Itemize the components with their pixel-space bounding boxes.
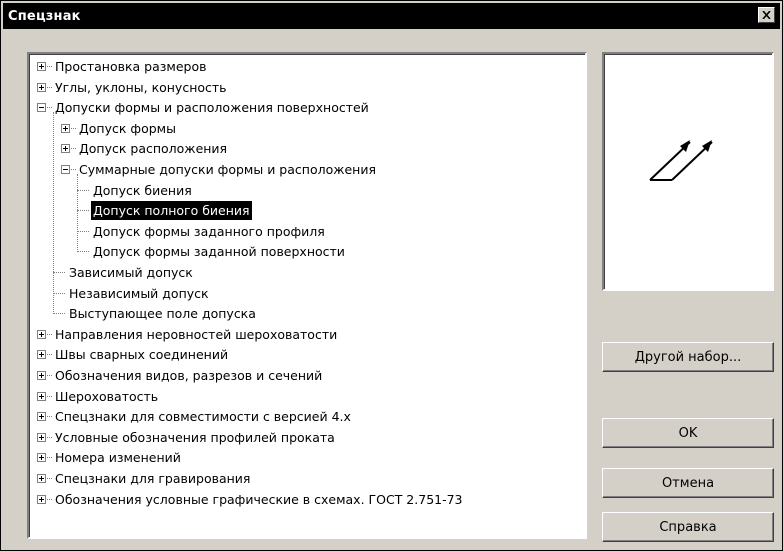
tree-item[interactable]: Простановка размеров [29, 57, 585, 76]
tree-item[interactable]: Углы, уклоны, конусность [29, 78, 585, 97]
tree-connector [53, 112, 55, 315]
tree-connector [47, 86, 52, 89]
tree-item-label: Шероховатость [55, 388, 159, 404]
tree-connector [71, 148, 76, 150]
symbol-preview [602, 52, 774, 291]
tree-item[interactable]: Допуск полного биения [29, 201, 585, 221]
tree-item[interactable]: Допуск формы [29, 119, 585, 138]
tree-item-label: Обозначения видов, разрезов и сечений [55, 368, 323, 383]
tree-connector [47, 436, 52, 439]
cancel-label: Отмена [661, 475, 715, 491]
tree-item[interactable]: Независимый допуск [29, 284, 585, 303]
total-runout-symbol-icon [649, 140, 713, 181]
tree-item-label: Допуск биения [93, 182, 192, 198]
tree-item-label: Допуск формы заданного профиля [93, 223, 325, 239]
expand-icon[interactable] [37, 494, 46, 504]
collapse-icon[interactable] [61, 165, 70, 174]
tree-item-label: Углы, уклоны, конусность [55, 79, 227, 95]
tree-connector [47, 457, 52, 459]
expand-icon[interactable] [37, 412, 46, 422]
tree-item-label: Независимый допуск [69, 285, 209, 301]
tree-item[interactable]: Зависимый допуск [29, 263, 585, 282]
tree-connector [77, 174, 79, 253]
tree-item-label: Выступающее поле допуска [69, 306, 256, 322]
tree-connector [47, 354, 52, 356]
close-icon [762, 11, 771, 19]
help-button[interactable]: Справка [602, 512, 774, 542]
cancel-button[interactable]: Отмена [602, 468, 774, 498]
tree-item[interactable]: Допуск формы заданной поверхности [29, 242, 585, 261]
tree-item-label: Суммарные допуски формы и расположения [79, 162, 376, 177]
tree-item[interactable]: Допуски формы и расположения поверхносте… [29, 98, 585, 117]
tree-item-label: Допуск полного биения [91, 201, 252, 221]
tree-item[interactable]: Суммарные допуски формы и расположения [29, 160, 585, 179]
tree-item[interactable]: Допуск биения [29, 181, 585, 200]
tree-item-label: Допуски формы и расположения поверхносте… [55, 100, 369, 116]
tree-item-label: Зависимый допуск [69, 265, 193, 280]
help-label: Справка [659, 519, 717, 535]
tree-item-label: Обозначения условные графические в схема… [55, 491, 463, 507]
tree-item-label: Спецзнаки для совместимости с версией 4.… [55, 409, 351, 425]
title-bar[interactable]: Спецзнак [3, 3, 780, 29]
tree-item[interactable]: Шероховатость [29, 387, 585, 406]
expand-icon[interactable] [37, 62, 46, 71]
expand-icon[interactable] [61, 123, 70, 133]
expand-icon[interactable] [37, 350, 46, 360]
expand-icon[interactable] [37, 82, 46, 92]
close-button[interactable] [758, 7, 775, 23]
spetsznak-dialog: Спецзнак Простановка размеров Углы, уклон… [0, 0, 783, 551]
tree-item[interactable]: Направления неровностей шероховатости [29, 325, 585, 344]
tree-item[interactable]: Условные обозначения профилей проката [29, 428, 585, 447]
ok-button[interactable]: OK [602, 418, 774, 448]
tree-item-label: Простановка размеров [55, 59, 207, 74]
tree-item[interactable]: Номера изменений [29, 448, 585, 467]
tree-item[interactable]: Швы сварных соединений [29, 345, 585, 364]
tree-item[interactable]: Обозначения видов, разрезов и сечений [29, 366, 585, 385]
tree-connector [47, 333, 52, 336]
expand-icon[interactable] [37, 371, 46, 380]
tree-item-label: Направления неровностей шероховатости [55, 326, 338, 342]
tree-connector [47, 375, 52, 377]
tree-connector [47, 478, 52, 480]
ok-label: OK [678, 425, 698, 441]
expand-icon[interactable] [37, 474, 46, 483]
tree-item-label: Допуск расположения [79, 141, 228, 157]
other-set-label: Другой набор... [634, 349, 742, 365]
tree-connector [47, 66, 52, 68]
expand-icon[interactable] [37, 432, 46, 442]
tree-item[interactable]: Допуск расположения [29, 139, 585, 158]
tree-connector [71, 127, 76, 130]
tree-item[interactable]: Допуск формы заданного профиля [29, 222, 585, 241]
other-set-button[interactable]: Другой набор... [602, 342, 774, 372]
tree-item-label: Допуск формы [79, 120, 176, 136]
tree-item-label: Спецзнаки для гравирования [55, 471, 251, 486]
tree-item[interactable]: Выступающее поле допуска [29, 304, 585, 323]
tree-connector [47, 107, 52, 109]
expand-icon[interactable] [37, 453, 46, 463]
tree-item[interactable]: Обозначения условные графические в схема… [29, 490, 585, 509]
tree-item-label: Допуск формы заданной поверхности [93, 244, 345, 260]
collapse-icon[interactable] [37, 103, 46, 113]
tree-item[interactable]: Спецзнаки для совместимости с версией 4.… [29, 407, 585, 426]
expand-icon[interactable] [37, 329, 46, 339]
tree-item-label: Номера изменений [55, 450, 181, 466]
tree-item-label: Условные обозначения профилей проката [55, 429, 335, 445]
symbol-tree[interactable]: Простановка размеров Углы, уклоны, конусн… [27, 52, 587, 539]
tree-item[interactable]: Спецзнаки для гравирования [29, 469, 585, 488]
tree-connector [47, 395, 52, 398]
expand-icon[interactable] [61, 144, 70, 154]
tree-connector [47, 416, 52, 418]
expand-icon[interactable] [37, 391, 46, 401]
dialog-title: Спецзнак [8, 8, 81, 24]
tree-connector [71, 169, 76, 171]
tree-item-label: Швы сварных соединений [55, 347, 229, 363]
tree-connector [47, 498, 52, 501]
